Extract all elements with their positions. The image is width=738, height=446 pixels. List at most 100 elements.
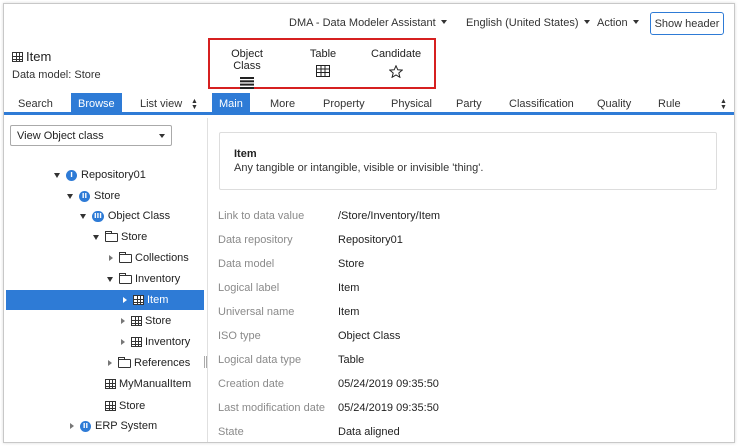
app-window: DMA - Data Modeler Assistant English (Un… xyxy=(3,3,735,443)
description-card: Item Any tangible or intangible, visible… xyxy=(219,132,717,190)
collapsed-arrow-icon[interactable] xyxy=(121,318,125,324)
tab-rule[interactable]: Rule xyxy=(658,98,681,110)
tab-physical[interactable]: Physical xyxy=(391,98,432,110)
table-grid-icon xyxy=(316,65,330,77)
prop-value: Item xyxy=(338,306,360,318)
chevron-down-icon xyxy=(159,134,165,138)
action-menu[interactable]: Action xyxy=(597,17,639,29)
table-grid-icon xyxy=(133,295,144,305)
tree-node[interactable]: Inventory xyxy=(121,332,190,352)
prop-label: Data repository xyxy=(218,234,293,246)
chevron-down-icon xyxy=(583,20,590,24)
prop-value: /Store/Inventory/Item xyxy=(338,210,441,222)
description-heading: Item xyxy=(234,148,257,160)
expanded-arrow-icon[interactable] xyxy=(80,213,86,219)
tree-node-label: Inventory xyxy=(145,336,191,348)
tree-node-label: Store xyxy=(145,315,172,327)
description-text: Any tangible or intangible, visible or i… xyxy=(234,162,484,174)
tab-list-view[interactable]: List view xyxy=(140,98,182,110)
tree-node[interactable]: MyManualItem xyxy=(105,374,191,394)
prop-value: Data aligned xyxy=(338,426,400,438)
show-header-button[interactable]: Show header xyxy=(650,12,724,35)
tree-node[interactable]: Collections xyxy=(109,248,189,268)
tree-node-label: Store xyxy=(94,190,121,202)
star-outline-icon xyxy=(389,65,403,78)
tab-classification[interactable]: Classification xyxy=(509,98,574,110)
tree-node[interactable]: Inventory xyxy=(107,269,180,289)
expanded-arrow-icon[interactable] xyxy=(67,193,73,199)
prop-label: Data model xyxy=(218,258,275,270)
language-menu[interactable]: English (United States) xyxy=(466,17,590,29)
tree-node[interactable]: I Repository01 xyxy=(54,165,146,185)
tree-node[interactable]: Store xyxy=(105,396,145,416)
tab-party[interactable]: Party xyxy=(456,98,482,110)
tab-property[interactable]: Property xyxy=(323,98,365,110)
view-option-candidate[interactable]: Candidate xyxy=(371,48,421,78)
prop-label: Logical label xyxy=(218,282,280,294)
level-badge-icon: III xyxy=(92,210,104,222)
tab-bar: Search Browse List view ▲ ▼ Main More Pro… xyxy=(4,93,734,115)
collapsed-arrow-icon[interactable] xyxy=(70,423,74,429)
expanded-arrow-icon[interactable] xyxy=(54,172,60,178)
tree-node-label: Collections xyxy=(135,252,189,264)
prop-value: Item xyxy=(338,282,360,294)
view-select-value: View Object class xyxy=(17,130,104,142)
prop-label: Universal name xyxy=(218,306,295,318)
page-subtitle: Data model: Store xyxy=(12,69,101,81)
collapsed-arrow-icon[interactable] xyxy=(108,360,112,366)
collapsed-arrow-icon[interactable] xyxy=(121,339,125,345)
level-badge-icon: I xyxy=(66,169,77,181)
prop-label: State xyxy=(218,426,244,438)
tab-more[interactable]: More xyxy=(270,98,295,110)
expanded-arrow-icon[interactable] xyxy=(107,276,113,282)
tree-node-label: Item xyxy=(147,294,169,306)
left-tabs-scroll-icon[interactable]: ▲ ▼ xyxy=(191,98,198,111)
prop-value: Table xyxy=(338,354,365,366)
tree-node[interactable]: II ERP System xyxy=(70,416,157,436)
tree-node[interactable]: II Store xyxy=(67,186,120,206)
prop-value: Store xyxy=(338,258,365,270)
tab-quality[interactable]: Quality xyxy=(597,98,631,110)
table-grid-icon xyxy=(105,379,116,389)
page-title-text: Item xyxy=(26,49,52,64)
collapsed-arrow-icon[interactable] xyxy=(123,297,127,303)
prop-value: 05/24/2019 09:35:50 xyxy=(338,378,439,390)
panel-divider xyxy=(207,118,208,442)
prop-value: Repository01 xyxy=(338,234,403,246)
prop-label: Creation date xyxy=(218,378,285,390)
right-tabs-scroll-icon[interactable]: ▲ ▼ xyxy=(720,98,727,111)
tree-node-selected[interactable]: Item xyxy=(6,290,204,310)
table-grid-icon xyxy=(12,51,23,62)
tree-node-label: MyManualItem xyxy=(119,378,192,390)
tree-node[interactable]: References xyxy=(108,353,190,373)
tab-browse[interactable]: Browse xyxy=(71,93,122,115)
tree-node-label: ERP System xyxy=(95,420,158,432)
prop-value: 05/24/2019 09:35:50 xyxy=(338,402,439,414)
level-badge-icon: II xyxy=(80,420,91,432)
prop-label: ISO type xyxy=(218,330,261,342)
view-option-label: Table xyxy=(309,48,337,60)
tree-node-label: Store xyxy=(119,400,146,412)
tree-node-label: Inventory xyxy=(135,273,181,285)
tree-node[interactable]: Store xyxy=(121,311,171,331)
view-option-object-class[interactable]: Object Class xyxy=(217,48,277,89)
view-option-table[interactable]: Table xyxy=(306,48,340,77)
tree-node-label: Repository01 xyxy=(81,169,146,181)
page-title: Item xyxy=(12,49,51,64)
view-option-label: Object Class xyxy=(231,48,263,72)
app-menu-label: DMA - Data Modeler Assistant xyxy=(289,17,436,29)
panel-resize-handle[interactable] xyxy=(204,356,207,368)
app-menu[interactable]: DMA - Data Modeler Assistant xyxy=(289,17,447,29)
tree-node[interactable]: III Object Class xyxy=(80,206,170,226)
collapsed-arrow-icon[interactable] xyxy=(109,255,113,261)
expanded-arrow-icon[interactable] xyxy=(93,234,99,240)
view-object-class-select[interactable]: View Object class xyxy=(10,125,172,146)
tree-node[interactable]: Store xyxy=(93,227,147,247)
folder-icon xyxy=(118,356,131,368)
table-grid-icon xyxy=(105,401,116,411)
tree-node-label: Object Class xyxy=(107,210,171,222)
tab-main[interactable]: Main xyxy=(212,93,250,115)
table-grid-icon xyxy=(131,316,142,326)
list-lines-icon xyxy=(240,77,254,89)
tab-search[interactable]: Search xyxy=(18,98,53,110)
